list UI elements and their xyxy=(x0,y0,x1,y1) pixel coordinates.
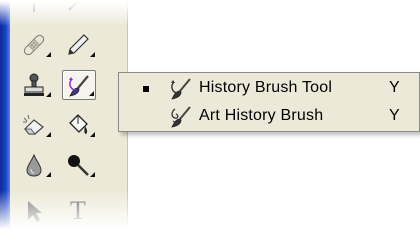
art-history-brush-icon xyxy=(171,106,191,128)
more-tools-indicator xyxy=(89,91,94,96)
burn-tool[interactable] xyxy=(62,150,96,180)
menu-item-art-history-brush[interactable]: Art History Brush Y xyxy=(119,103,419,131)
selected-bullet-icon xyxy=(143,86,149,92)
menu-item-label: Art History Brush xyxy=(199,107,324,124)
more-tools-indicator xyxy=(46,132,51,137)
tool-flyout-menu: History Brush Tool Y Art History Brush Y xyxy=(118,72,420,132)
more-tools-indicator xyxy=(46,52,51,57)
screenshot-stage: T History Brush Tool Y Art History Bru xyxy=(0,0,420,246)
droplet-icon xyxy=(26,153,42,177)
stamp-icon xyxy=(24,73,44,96)
paint-bucket-icon xyxy=(69,114,88,134)
menu-item-shortcut: Y xyxy=(389,107,400,124)
blur-tool[interactable] xyxy=(18,150,52,180)
bottom-fade-overlay xyxy=(0,190,150,246)
history-brush-tool[interactable] xyxy=(62,70,96,100)
more-tools-indicator xyxy=(46,172,51,177)
menu-item-history-brush-tool[interactable]: History Brush Tool Y xyxy=(119,75,419,103)
more-tools-indicator xyxy=(90,52,95,57)
bandage-icon xyxy=(23,34,45,56)
top-fade-overlay xyxy=(0,0,150,26)
paint-bucket-tool[interactable] xyxy=(62,110,96,140)
menu-item-shortcut: Y xyxy=(389,79,400,96)
menu-item-label: History Brush Tool xyxy=(199,79,333,96)
more-tools-indicator xyxy=(46,92,51,97)
burn-icon xyxy=(68,155,89,176)
healing-brush-tool[interactable] xyxy=(18,30,52,60)
clone-stamp-tool[interactable] xyxy=(18,70,52,100)
eraser-icon xyxy=(23,114,44,135)
more-tools-indicator xyxy=(90,172,95,177)
eraser-tool[interactable] xyxy=(18,110,52,140)
pencil-tool[interactable] xyxy=(62,30,96,60)
more-tools-indicator xyxy=(90,132,95,137)
pencil-icon xyxy=(68,34,89,55)
history-brush-icon xyxy=(171,78,191,100)
